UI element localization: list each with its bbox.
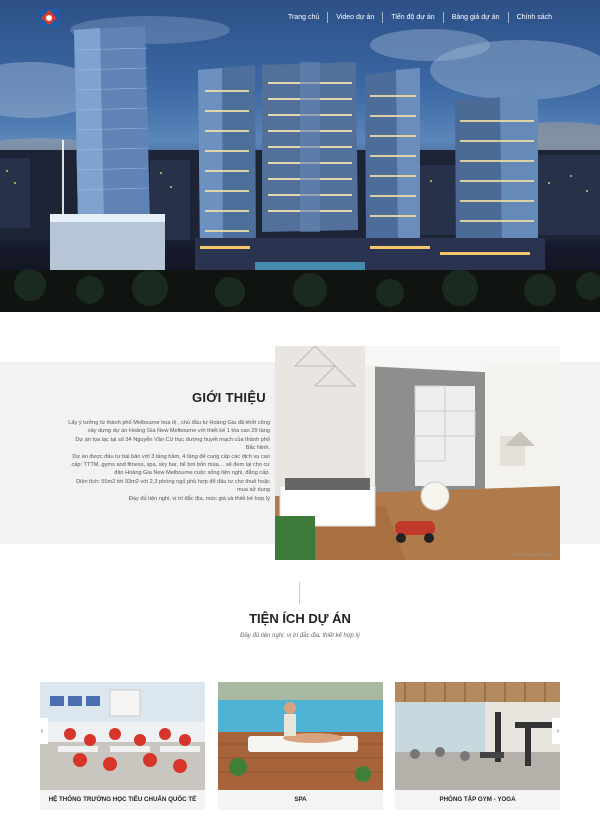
nav-item-policy[interactable]: Chính sách <box>507 12 560 23</box>
hero-city-illustration <box>0 16 600 312</box>
intro-line: xây dựng dự án Hoàng Gia New Melbourne v… <box>87 428 270 435</box>
kids-room-interior-image: © SPACE DESIGN STUDIO <box>275 346 560 560</box>
school-classroom-image <box>40 682 205 790</box>
amenity-card-school[interactable]: HỆ THỐNG TRƯỜNG HỌC TIÊU CHUẨN QUỐC TẾ <box>40 682 205 810</box>
spa-image <box>218 682 383 790</box>
nav-item-home[interactable]: Trang chủ <box>280 12 327 23</box>
intro-line: Lấy ý tưởng từ thành phố Melbourne hoa l… <box>68 420 270 426</box>
carousel-next-arrow-icon[interactable]: › <box>552 718 564 744</box>
image-caption: © SPACE DESIGN STUDIO <box>510 553 554 557</box>
building-logo-icon[interactable] <box>38 6 60 28</box>
carousel-prev-arrow-icon[interactable]: ‹ <box>36 718 48 744</box>
intro-line: Dự án tọa lạc tại số 34 Nguyễn Văn Cừ tr… <box>75 436 270 443</box>
intro-text-block: GIỚI THIỆU Lấy ý tưởng từ thành phố Melb… <box>40 390 278 503</box>
intro-line: Dự án được đầu tư bài bản với 3 tầng hầm… <box>72 453 270 460</box>
nav-item-video[interactable]: Video dự án <box>327 12 382 23</box>
section-divider <box>299 582 300 604</box>
main-nav: Trang chủ Video dự án Tiến độ dự án Bảng… <box>280 12 560 23</box>
gym-yoga-image <box>395 682 560 790</box>
amenity-label: HỆ THỐNG TRƯỜNG HỌC TIÊU CHUẨN QUỐC TẾ <box>48 796 197 803</box>
intro-line: mua sử dụng <box>237 487 270 494</box>
intro-line: Đầy đủ tiện nghi, vị trí đắc địa, mức gi… <box>128 495 270 502</box>
amenity-label: PHÒNG TẬP GYM - YOGA <box>439 796 516 803</box>
nav-item-progress[interactable]: Tiến độ dự án <box>382 12 442 23</box>
intro-line: Diện tích: 55m2 tới 93m2 với 2,3 phòng n… <box>76 478 270 485</box>
intro-title: GIỚI THIỆU <box>191 390 266 405</box>
nav-item-pricing[interactable]: Bảng giá dự án <box>442 12 508 23</box>
page: Trang chủ Video dự án Tiến độ dự án Bảng… <box>0 0 600 840</box>
amenity-card-spa[interactable]: SPA <box>218 682 383 810</box>
hero-banner: Trang chủ Video dự án Tiến độ dự án Bảng… <box>0 0 600 312</box>
amenity-card-gym[interactable]: PHÒNG TẬP GYM - YOGA <box>395 682 560 810</box>
amenities-title: TIỆN ÍCH DỰ ÁN <box>249 611 351 626</box>
amenities-subtitle: Đầy đủ tiện nghi, vị trí đắc địa, thiết … <box>240 633 360 639</box>
amenity-label: SPA <box>294 796 307 803</box>
intro-paragraph: Lấy ý tưởng từ thành phố Melbourne hoa l… <box>40 419 278 503</box>
intro-line: Bắc Ninh. <box>245 445 270 452</box>
intro-line: cấp: TTTM, gyms and fitness, spa, sky ba… <box>71 462 270 469</box>
intro-line: dân Hoàng Gia New Melbourne cuộc sống ti… <box>114 470 270 477</box>
